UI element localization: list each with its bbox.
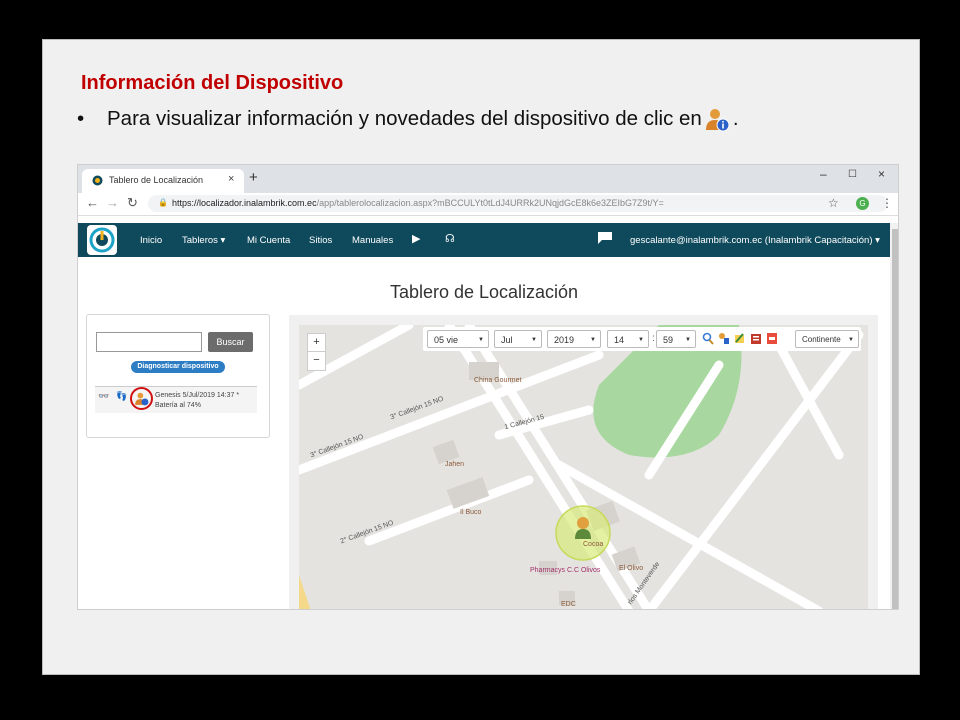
url-host: https://localizador.inalambrik.com.ec — [172, 198, 317, 208]
tab-bar: Tablero de Localización × + – ☐ × — [78, 165, 898, 193]
map-container: + − 05 vie ▼ Jul ▼ 2019 ▼ 14 ▼ : 59 ▼ Contine… — [289, 315, 878, 609]
report-icon[interactable] — [750, 332, 762, 345]
close-window-button[interactable]: × — [878, 167, 885, 181]
slide-title: Información del Dispositivo — [81, 72, 344, 94]
url-path: /app/tablerolocalizacion.aspx?mBCCULYt0t… — [316, 198, 664, 208]
month-select[interactable]: Jul ▼ — [494, 330, 542, 348]
year-select[interactable]: 2019 ▼ — [547, 330, 601, 348]
map-layer-select[interactable]: Continente ▼ — [795, 330, 859, 348]
battery-line: Batería al 74% — [155, 402, 201, 409]
poi-label[interactable]: Cocoa — [583, 541, 603, 548]
chevron-down-icon: ▼ — [848, 337, 854, 343]
slide-bullet: • Para visualizar información y novedade… — [77, 106, 739, 132]
nav-manuales[interactable]: Manuales — [352, 235, 393, 246]
url-field[interactable]: 🔒 https://localizador.inalambrik.com.ec/… — [148, 195, 893, 212]
minute-select[interactable]: 59 ▼ — [656, 330, 696, 348]
close-icon[interactable]: × — [228, 173, 234, 185]
nav-mi-cuenta[interactable]: Mi Cuenta — [247, 235, 290, 246]
diagnose-device-button[interactable]: Diagnosticar dispositivo — [131, 361, 225, 373]
bookmark-star-icon[interactable]: ☆ — [828, 196, 839, 210]
tab-title: Tablero de Localización — [109, 175, 204, 185]
map-toolbar: 05 vie ▼ Jul ▼ 2019 ▼ 14 ▼ : 59 ▼ Continente ▼ — [423, 327, 861, 351]
app-navbar: Inicio Tableros ▾ Mi Cuenta Sitios Manua… — [78, 223, 890, 257]
poi-label[interactable]: EDC — [561, 601, 576, 608]
chevron-down-icon: ▼ — [638, 337, 644, 343]
favicon-icon — [92, 175, 103, 186]
footsteps-icon[interactable]: 👣 — [116, 391, 127, 402]
device-summary: Genesis 5/Jul/2019 14:37 * Batería al 74… — [155, 391, 239, 411]
hour-select[interactable]: 14 ▼ — [607, 330, 649, 348]
device-status-line: Genesis 5/Jul/2019 14:37 * — [155, 392, 240, 399]
search-input[interactable] — [96, 332, 202, 352]
back-icon[interactable]: ← — [86, 195, 99, 210]
nav-inicio[interactable]: Inicio — [140, 235, 162, 246]
presentation-slide: Información del Dispositivo • Para visua… — [42, 39, 920, 675]
nav-tableros[interactable]: Tableros ▾ — [182, 235, 225, 246]
chevron-down-icon: ▼ — [531, 337, 537, 343]
minimize-button[interactable]: – — [820, 167, 827, 181]
device-info-icon — [704, 106, 730, 132]
chevron-down-icon: ▼ — [590, 337, 596, 343]
bullet-dot: • — [77, 107, 85, 130]
geofence-icon[interactable] — [734, 332, 746, 345]
poi-label[interactable]: El Olivo — [619, 565, 643, 572]
layer-value: Continente — [802, 335, 841, 344]
bullet-end: . — [732, 107, 739, 130]
pdf-icon[interactable] — [766, 332, 778, 345]
reload-icon[interactable]: ↻ — [127, 195, 138, 211]
new-tab-button[interactable]: + — [249, 169, 258, 186]
device-panel: Buscar Diagnosticar dispositivo 👓 👣 Gene… — [86, 314, 270, 438]
minute-value: 59 — [663, 335, 674, 345]
forward-icon[interactable]: → — [106, 195, 119, 210]
lock-icon: 🔒 — [158, 198, 168, 207]
poi-label[interactable]: Il Buco — [460, 509, 481, 516]
zoom-in-button[interactable]: + — [308, 334, 325, 352]
zoom-control: + − — [307, 333, 326, 371]
poi-label[interactable]: China Gourmet — [474, 377, 521, 384]
support-headset-icon[interactable]: ☊ — [445, 232, 455, 245]
browser-tab[interactable]: Tablero de Localización × — [82, 169, 244, 193]
day-select[interactable]: 05 vie ▼ — [427, 330, 489, 348]
map[interactable]: + − 05 vie ▼ Jul ▼ 2019 ▼ 14 ▼ : 59 ▼ Contine… — [299, 325, 868, 609]
search-icon[interactable] — [702, 332, 714, 345]
device-list-item[interactable]: 👓 👣 Genesis 5/Jul/2019 14:37 * Batería a… — [95, 386, 257, 413]
hour-value: 14 — [614, 335, 625, 345]
search-button[interactable]: Buscar — [208, 332, 253, 352]
video-icon[interactable]: ▶ — [412, 232, 420, 245]
poi-label[interactable]: Jahen — [445, 461, 464, 468]
device-info-button[interactable] — [130, 387, 153, 410]
page-title: Tablero de Localización — [389, 282, 579, 302]
user-menu[interactable]: gescalante@inalambrik.com.ec (Inalambrik… — [630, 235, 880, 246]
day-value: 05 vie — [434, 335, 459, 345]
address-bar-row: ← → ↻ 🔒 https://localizador.inalambrik.c… — [78, 193, 898, 216]
chat-icon[interactable] — [598, 232, 612, 244]
glasses-icon[interactable]: 👓 — [98, 391, 109, 402]
time-separator: : — [652, 333, 655, 344]
menu-kebab-icon[interactable]: ⋮ — [881, 196, 893, 210]
profile-avatar[interactable]: G — [856, 197, 869, 210]
page-scrollbar[interactable] — [890, 223, 898, 609]
route-icon[interactable] — [718, 332, 730, 345]
app-logo[interactable] — [87, 225, 117, 255]
nav-sitios[interactable]: Sitios — [309, 235, 332, 246]
browser-window: Tablero de Localización × + – ☐ × ← → ↻ … — [77, 164, 899, 610]
scrollbar-thumb[interactable] — [892, 229, 898, 609]
bullet-text: Para visualizar información y novedades … — [107, 107, 702, 130]
month-value: Jul — [501, 335, 513, 345]
chevron-down-icon: ▼ — [685, 337, 691, 343]
maximize-button[interactable]: ☐ — [848, 169, 857, 180]
year-value: 2019 — [554, 335, 575, 345]
zoom-out-button[interactable]: − — [308, 352, 325, 369]
poi-label[interactable]: Pharmacys C.C Olivos — [530, 567, 600, 574]
chevron-down-icon: ▼ — [478, 337, 484, 343]
